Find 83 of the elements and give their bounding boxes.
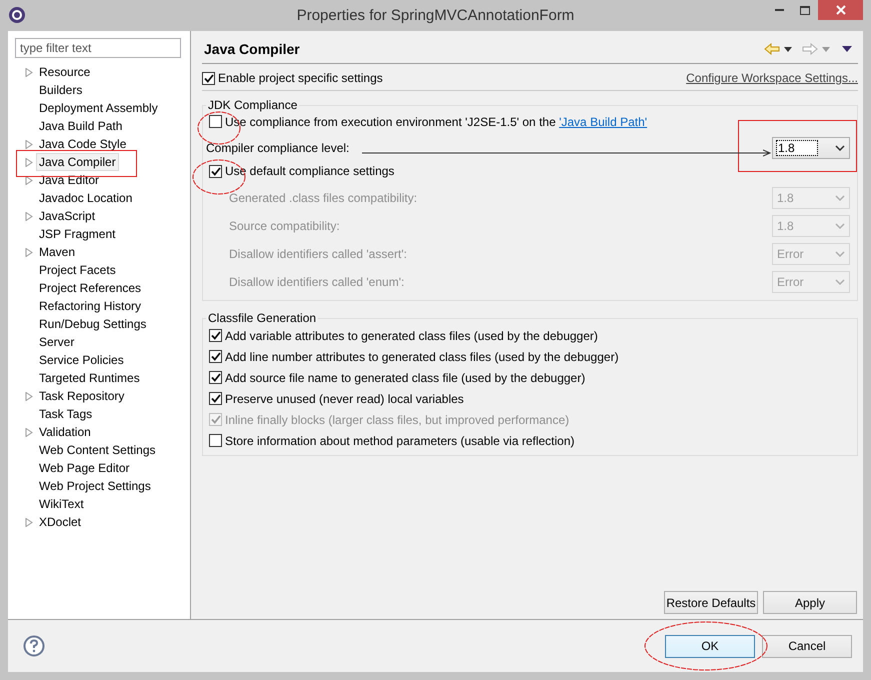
tree-item[interactable]: Refactoring History	[36, 297, 144, 315]
restore-defaults-button[interactable]: Restore Defaults	[664, 591, 758, 614]
close-icon	[836, 5, 846, 15]
checkbox-label: Enable project specific settings	[218, 71, 383, 85]
expand-arrow-icon[interactable]	[25, 212, 33, 220]
close-button[interactable]	[818, 0, 863, 20]
dropdown-caret-icon	[835, 195, 845, 201]
checkbox[interactable]	[209, 329, 222, 342]
tree-item[interactable]: Project Facets	[36, 261, 119, 279]
tree-item[interactable]: Java Build Path	[36, 117, 126, 135]
tree-item[interactable]: Java Code Style	[36, 135, 130, 153]
build-path-link[interactable]: 'Java Build Path'	[559, 114, 648, 128]
highlight-ellipse	[192, 160, 246, 194]
tree-item[interactable]: Builders	[36, 81, 86, 99]
tree-item[interactable]: Resource	[36, 63, 94, 81]
maximize-icon	[800, 6, 810, 14]
tree-item[interactable]: Targeted Runtimes	[36, 369, 143, 387]
tree-item[interactable]: Web Page Editor	[36, 459, 132, 477]
app-icon	[8, 6, 26, 24]
menu-caret-icon[interactable]	[842, 46, 852, 52]
checkbox[interactable]	[202, 72, 215, 84]
configure-link[interactable]: Configure Workspace Settings...	[686, 71, 858, 85]
page-title: Java Compiler	[204, 41, 300, 57]
setting-label: Disallow identifiers called 'assert':	[229, 247, 407, 261]
tree-item[interactable]: Web Content Settings	[36, 441, 159, 459]
tree-item[interactable]: Maven	[36, 243, 78, 261]
expand-arrow-icon[interactable]	[25, 140, 33, 148]
checkbox[interactable]	[209, 115, 222, 128]
dropdown-caret-icon[interactable]	[784, 46, 792, 52]
tree-item[interactable]: JSP Fragment	[36, 225, 118, 243]
dropdown-caret-icon	[835, 279, 845, 285]
checkbox-label: Use default compliance settings	[225, 164, 394, 178]
tree-item[interactable]: Javadoc Location	[36, 189, 136, 207]
minimize-icon	[774, 9, 784, 11]
tree-item[interactable]: Project References	[36, 279, 144, 297]
dialog-button[interactable]: OK	[665, 634, 755, 658]
checkbox-label: Store information about method parameters (usable via reflection)	[225, 434, 575, 448]
tree-item[interactable]: Web Project Settings	[36, 477, 154, 495]
dropdown-value: 1.8	[777, 140, 817, 154]
checkbox[interactable]	[209, 434, 222, 447]
dropdown-caret-icon	[835, 144, 845, 150]
setting-label: Source compatibility:	[229, 219, 340, 233]
checkbox-label: Add source file name to generated class file (used by the debugger)	[225, 370, 586, 384]
checkbox-label: Inline finally blocks (larger class files, but improved performance)	[225, 412, 570, 426]
tree-item[interactable]: JavaScript	[36, 207, 98, 225]
checkbox-label: Preserve unused (never read) local variables	[225, 392, 464, 406]
expand-arrow-icon[interactable]	[25, 518, 33, 526]
filter-field[interactable]: type filter text	[15, 38, 181, 58]
apply-button[interactable]: Apply	[763, 591, 857, 614]
expand-arrow-icon[interactable]	[25, 248, 33, 256]
setting-label: Disallow identifiers called 'enum':	[229, 275, 404, 289]
checkbox[interactable]	[209, 350, 222, 363]
compliance-label: Compiler compliance level:	[206, 140, 350, 154]
checkbox-label: Use compliance from execution environment 'J2SE-1.5' on the 'Java Build Path'	[225, 114, 648, 128]
expand-arrow-icon[interactable]	[25, 392, 33, 400]
checkbox[interactable]	[209, 371, 222, 384]
tree-item[interactable]: Task Tags	[36, 405, 96, 423]
tree-item[interactable]: WikiText	[36, 495, 87, 513]
tree-item[interactable]: Java Compiler	[36, 153, 119, 171]
group-title: JDK Compliance	[207, 98, 298, 112]
checkbox-label: Add line number attributes to generated class files (used by the debugger)	[225, 350, 619, 364]
expand-arrow-icon[interactable]	[25, 428, 33, 436]
tree-item[interactable]: Service Policies	[36, 351, 127, 369]
checkbox-label: Add variable attributes to generated class files (used by the debugger)	[225, 328, 598, 342]
compliance-dropdown[interactable]: 1.8	[772, 136, 850, 158]
dialog-button[interactable]: Cancel	[762, 634, 852, 658]
expand-arrow-icon[interactable]	[25, 176, 33, 184]
tree-item[interactable]: XDoclet	[36, 513, 84, 531]
window-title: Properties for SpringMVCAnnotationForm	[296, 7, 574, 24]
checkbox[interactable]	[209, 164, 222, 178]
dropdown-caret-icon	[835, 251, 845, 257]
tree-item[interactable]: Validation	[36, 423, 94, 441]
tree-item[interactable]: Server	[36, 333, 78, 351]
checkbox[interactable]	[209, 392, 222, 405]
tree-item[interactable]: Task Repository	[36, 387, 128, 405]
dropdown-caret-icon	[835, 223, 845, 229]
expand-arrow-icon[interactable]	[25, 158, 33, 166]
help-icon[interactable]	[23, 635, 45, 657]
group-title: Classfile Generation	[207, 311, 318, 325]
tree-item[interactable]: Run/Debug Settings	[36, 315, 150, 333]
setting-label: Generated .class files compatibility:	[229, 191, 418, 205]
expand-arrow-icon[interactable]	[25, 68, 33, 76]
tree-item[interactable]: Deployment Assembly	[36, 99, 161, 117]
